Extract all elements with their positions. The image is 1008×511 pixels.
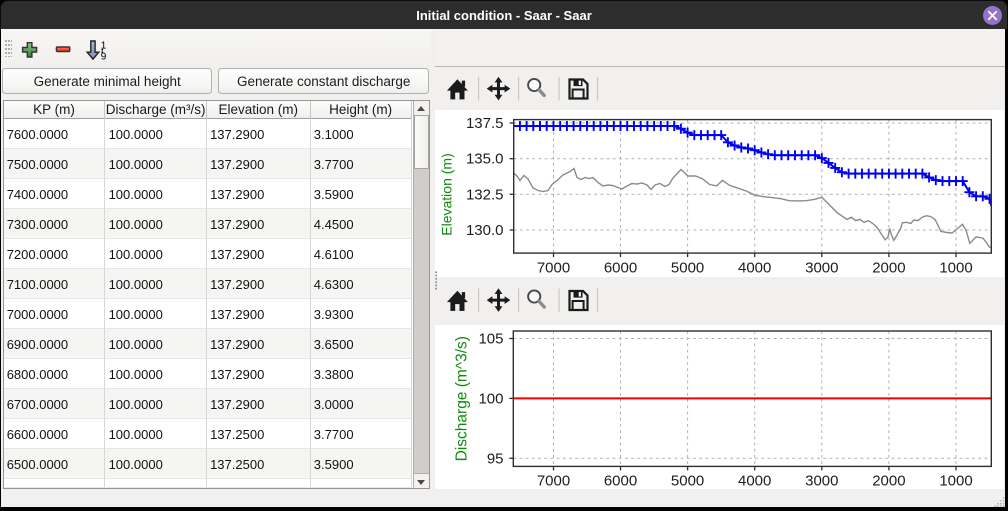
svg-text:135.0: 135.0	[466, 151, 504, 168]
svg-text:130.0: 130.0	[466, 222, 504, 239]
svg-text:5000: 5000	[671, 260, 704, 277]
svg-text:4000: 4000	[738, 473, 771, 490]
svg-text:Discharge (m^3/s): Discharge (m^3/s)	[453, 336, 470, 461]
svg-text:7000: 7000	[537, 260, 570, 277]
svg-text:3000: 3000	[805, 473, 838, 490]
svg-text:7000: 7000	[537, 473, 570, 490]
svg-text:6000: 6000	[604, 260, 637, 277]
svg-text:100: 100	[478, 390, 503, 407]
svg-text:105: 105	[478, 331, 503, 348]
svg-text:6000: 6000	[604, 473, 637, 490]
svg-text:2000: 2000	[872, 260, 905, 277]
svg-text:1000: 1000	[939, 260, 972, 277]
svg-text:132.5: 132.5	[466, 186, 504, 203]
svg-text:Elevation (m): Elevation (m)	[439, 153, 455, 235]
svg-text:137.5: 137.5	[466, 115, 504, 132]
svg-text:95: 95	[487, 450, 504, 467]
svg-text:4000: 4000	[738, 260, 771, 277]
svg-text:3000: 3000	[805, 260, 838, 277]
svg-text:5000: 5000	[671, 473, 704, 490]
svg-text:2000: 2000	[872, 473, 905, 490]
svg-text:1000: 1000	[939, 473, 972, 490]
